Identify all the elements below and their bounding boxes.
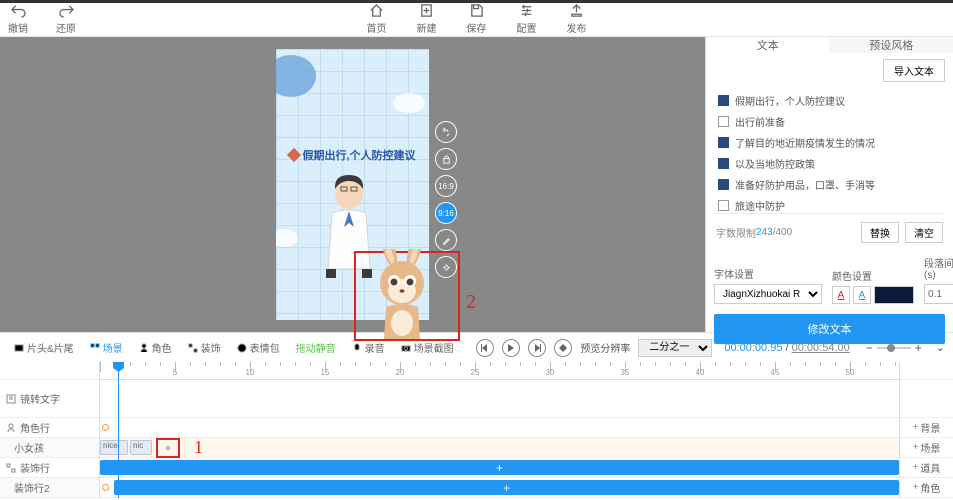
list-item[interactable]: 了解目的地近期疫情发生的情况 <box>714 132 945 153</box>
config-button[interactable]: 配置 <box>517 3 537 35</box>
aspect-169[interactable]: 16:9 <box>435 175 457 197</box>
undo-button[interactable]: 撤销 <box>8 3 28 35</box>
tab-text[interactable]: 文本 <box>706 37 830 53</box>
tab-preset[interactable]: 预设风格 <box>830 37 953 53</box>
row-dubtext[interactable]: 镜转文字 <box>0 380 99 418</box>
list-item[interactable]: 旅途中防护 <box>714 195 945 214</box>
replace-button[interactable]: 替换 <box>861 222 899 243</box>
home-button[interactable]: 首页 <box>367 3 387 35</box>
tab-role[interactable]: 角色 <box>133 337 178 358</box>
add-role-button[interactable]: 角色 <box>900 478 953 498</box>
gap-spinner[interactable]: 0.1 <box>924 284 953 304</box>
font-select[interactable]: JiagnXizhuokai R <box>714 284 822 304</box>
save-button[interactable]: 保存 <box>467 3 487 35</box>
clip-full[interactable] <box>100 460 899 475</box>
row-girl[interactable]: 小女孩 <box>0 438 99 458</box>
tab-head[interactable]: 片头&片尾 <box>8 337 80 358</box>
add-scene-button[interactable]: 场景 <box>900 438 953 458</box>
list-item[interactable]: 准备好防护用品，口罩、手消等 <box>714 174 945 195</box>
modify-text-button[interactable]: 修改文本 <box>714 314 945 344</box>
tab-mute[interactable]: 拖动静音 <box>290 337 342 358</box>
clip-nice[interactable]: nice <box>100 440 128 455</box>
track-decor2[interactable] <box>100 478 899 498</box>
clip-full[interactable] <box>114 480 899 495</box>
checkbox-icon[interactable] <box>718 158 729 169</box>
tab-scene[interactable]: 场景 <box>84 337 129 358</box>
checkbox-icon[interactable] <box>718 200 729 211</box>
import-text-button[interactable]: 导入文本 <box>883 59 945 82</box>
ruler[interactable]: 5101520253035404550 <box>100 362 899 380</box>
text-checklist: 假期出行，个人防控建议 出行前准备 了解目的地近期疫情发生的情况 以及当地防控政… <box>714 90 945 214</box>
add-bg-button[interactable]: 背景 <box>900 418 953 438</box>
lock-icon[interactable] <box>435 148 457 170</box>
play-button[interactable] <box>502 339 520 357</box>
link-icon[interactable] <box>435 121 457 143</box>
prev-button[interactable] <box>476 339 494 357</box>
color-a-button[interactable]: A <box>832 286 850 304</box>
color-label: 颜色设置 <box>832 268 914 283</box>
track-girl[interactable]: nice nic + 1 <box>100 438 899 458</box>
track-decor[interactable] <box>100 458 899 478</box>
add-prop-button[interactable]: 道具 <box>900 458 953 478</box>
annotation-2: 2 <box>466 291 476 314</box>
side-panel: 文本 预设风格 导入文本 假期出行，个人防控建议 出行前准备 了解目的地近期疫情… <box>705 37 953 332</box>
list-item[interactable]: 假期出行，个人防控建议 <box>714 90 945 111</box>
keyframe-icon[interactable] <box>102 484 109 491</box>
aspect-buttons: 16:9 9:16 <box>435 121 457 278</box>
row-decor2[interactable]: 装饰行2 <box>0 478 99 498</box>
keyframe-icon[interactable] <box>102 424 109 431</box>
timeline: 镜转文字 角色行 小女孩 装饰行 装饰行2 510152025303540455… <box>0 362 953 498</box>
char-limit: 字数限制243 /400 替换 清空 <box>714 218 945 247</box>
stop-button[interactable] <box>554 339 572 357</box>
list-item[interactable]: 以及当地防控政策 <box>714 153 945 174</box>
checkbox-icon[interactable] <box>718 95 729 106</box>
gear-icon[interactable] <box>435 256 457 278</box>
clear-button[interactable]: 清空 <box>905 222 943 243</box>
kangaroo-character <box>362 249 442 339</box>
next-button[interactable] <box>528 339 546 357</box>
checkbox-icon[interactable] <box>718 137 729 148</box>
row-role[interactable]: 角色行 <box>0 418 99 438</box>
annotation-1: 1 <box>194 437 203 458</box>
row-decor[interactable]: 装饰行 <box>0 458 99 478</box>
clip-nice2[interactable]: nic <box>130 440 152 455</box>
font-label: 字体设置 <box>714 266 822 281</box>
checkbox-icon[interactable] <box>718 116 729 127</box>
checkbox-icon[interactable] <box>718 179 729 190</box>
preview-label: 预览分辨率 <box>580 340 630 355</box>
preview-select[interactable]: 二分之一 <box>638 339 712 357</box>
aspect-916[interactable]: 9:16 <box>435 202 457 224</box>
redo-button[interactable]: 还原 <box>56 3 76 35</box>
topbar: 撤销 还原 首页 新建 保存 配置 发布 <box>0 0 953 37</box>
tab-decor[interactable]: 装饰 <box>182 337 227 358</box>
list-item[interactable]: 出行前准备 <box>714 111 945 132</box>
color-swatch[interactable] <box>874 286 914 304</box>
edit-icon[interactable] <box>435 229 457 251</box>
canvas-title: 假期出行,个人防控建议 <box>276 147 429 163</box>
publish-button[interactable]: 发布 <box>567 3 587 35</box>
gap-label: 段落间隔(s) <box>924 255 953 281</box>
tab-emoji[interactable]: 表情包 <box>231 337 286 358</box>
track-role[interactable] <box>100 418 899 438</box>
new-button[interactable]: 新建 <box>417 3 437 35</box>
canvas-area[interactable]: 假期出行,个人防控建议 <box>0 37 705 332</box>
track-dubtext[interactable] <box>100 380 899 418</box>
playhead[interactable] <box>118 362 119 498</box>
add-clip-marker[interactable]: + <box>156 438 180 458</box>
color-b-button[interactable]: A <box>853 286 871 304</box>
